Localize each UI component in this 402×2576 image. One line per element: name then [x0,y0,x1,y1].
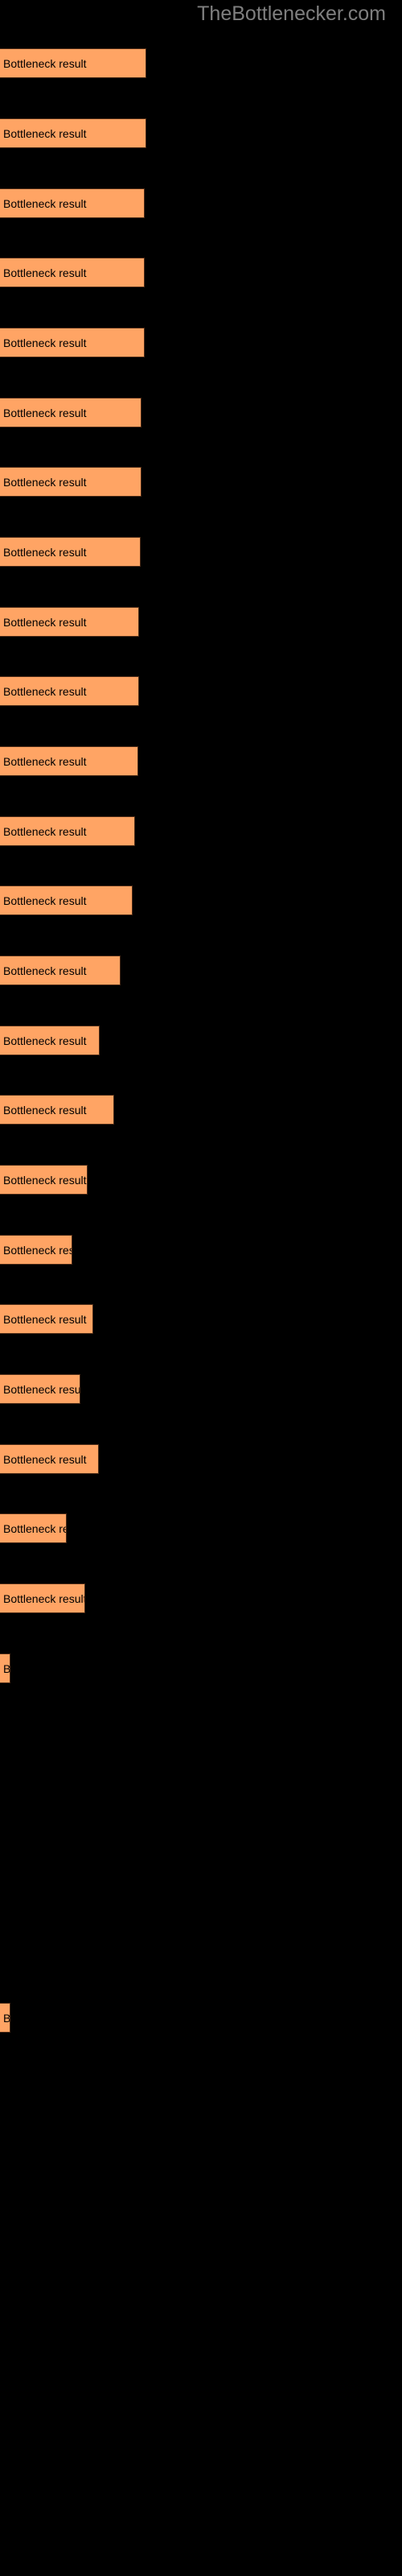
bottleneck-result-bar[interactable]: Bottleneck result [0,258,145,287]
bar-label: Bottleneck result [3,336,87,349]
bar-label: Bottleneck result [3,126,87,140]
bar-label: Bottleneck result [3,475,87,489]
bottleneck-result-bar[interactable]: Bottleneck result [0,886,133,915]
bar-label: Bottleneck result [3,824,87,838]
bottleneck-result-bar[interactable]: Bottleneck result [0,956,121,985]
bottleneck-result-bar[interactable]: Bottleneck result [0,188,145,218]
bottleneck-result-bar[interactable]: Bottleneck result [0,398,142,427]
bottleneck-result-bar[interactable]: Bottleneck result [0,816,135,846]
bottleneck-result-bar[interactable]: Bottleneck result [0,1513,67,1543]
bar-label: Bottleneck result [3,1103,87,1117]
bar-label: Bottleneck result [3,1521,66,1535]
bottleneck-result-bar[interactable]: Bottleneck result [0,2003,10,2033]
bottleneck-result-bar[interactable]: Bottleneck result [0,1026,100,1055]
bottleneck-result-bar[interactable]: Bottleneck result [0,48,146,78]
bar-label: Bottleneck result [3,2011,10,2025]
bar-label: Bottleneck result [3,196,87,210]
bar-label: Bottleneck result [3,1382,80,1396]
bottleneck-result-bar[interactable]: Bottleneck result [0,1444,99,1474]
bottleneck-result-bar[interactable]: Bottleneck result [0,746,138,776]
bottleneck-result-bar[interactable]: Bottleneck result [0,1304,93,1334]
bottleneck-result-bar[interactable]: Bottleneck result [0,1235,72,1265]
bottleneck-result-bar[interactable]: Bottleneck result [0,467,142,497]
bottleneck-result-bar[interactable]: Bottleneck result [0,1095,114,1125]
bottleneck-result-bar[interactable]: Bottleneck result [0,118,146,148]
bottleneck-result-bar[interactable]: Bottleneck result [0,1583,85,1613]
bar-label: Bottleneck result [3,964,87,977]
bar-label: Bottleneck result [3,56,87,70]
bottleneck-result-bar[interactable]: Bottleneck result [0,1165,88,1195]
bar-label: Bottleneck result [3,1312,87,1326]
bottleneck-result-bar[interactable]: Bottleneck result [0,328,145,357]
bar-label: Bottleneck result [3,1452,87,1466]
bottleneck-result-bar[interactable]: Bottleneck result [0,607,139,637]
bottleneck-bar-chart: Bottleneck result Bottleneck result Bottle… [0,0,402,2576]
bottleneck-result-bar[interactable]: Bottleneck result [0,1653,10,1683]
bar-label: Bottleneck result [3,615,87,629]
bar-label: Bottleneck result [3,1034,87,1047]
bottleneck-result-bar[interactable]: Bottleneck result [0,537,141,567]
bar-label: Bottleneck result [3,266,87,279]
bar-label: Bottleneck result [3,545,87,559]
bar-label: Bottleneck result [3,406,87,419]
bar-label: Bottleneck result [3,894,87,907]
bar-label: Bottleneck result [3,1173,87,1187]
bar-label: Bottleneck result [3,1243,72,1257]
bar-label: Bottleneck result [3,1662,10,1675]
bar-label: Bottleneck result [3,754,87,768]
bottleneck-result-bar[interactable]: Bottleneck result [0,1374,80,1404]
bottleneck-result-bar[interactable]: Bottleneck result [0,676,139,706]
bar-label: Bottleneck result [3,684,87,698]
bar-label: Bottleneck result [3,1591,85,1605]
